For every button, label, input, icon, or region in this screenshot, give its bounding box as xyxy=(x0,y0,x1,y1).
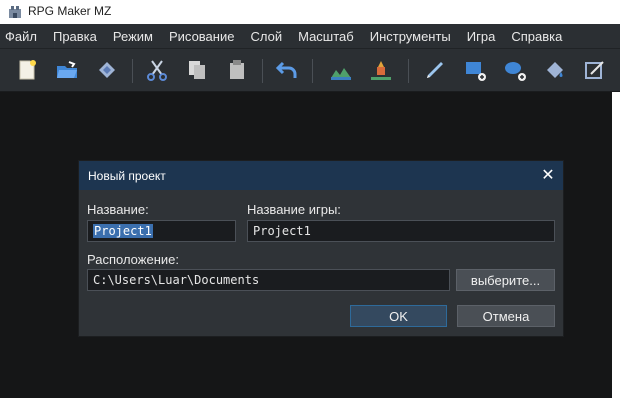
toolbar xyxy=(0,48,620,92)
window-edge xyxy=(612,92,620,398)
shadow-pen-icon[interactable] xyxy=(580,55,610,85)
copy-icon[interactable] xyxy=(182,55,212,85)
dialog-title-bar: Новый проект ✕ xyxy=(79,161,563,190)
location-label: Расположение: xyxy=(87,252,179,267)
menu-draw[interactable]: Рисование xyxy=(168,29,235,44)
paste-icon[interactable] xyxy=(222,55,252,85)
fill-icon[interactable] xyxy=(540,55,570,85)
undo-icon[interactable] xyxy=(272,55,302,85)
save-project-icon[interactable] xyxy=(92,55,122,85)
open-project-icon[interactable] xyxy=(52,55,82,85)
new-project-icon[interactable] xyxy=(12,55,42,85)
rpg-maker-app-icon xyxy=(8,4,22,18)
map-layer-icon[interactable] xyxy=(326,55,356,85)
pencil-icon[interactable] xyxy=(420,55,450,85)
menu-file[interactable]: Файл xyxy=(4,29,38,44)
ok-button[interactable]: OK xyxy=(350,305,447,327)
game-title-label: Название игры: xyxy=(247,202,341,217)
project-name-value: Project1 xyxy=(93,224,153,238)
dialog-title: Новый проект xyxy=(88,168,166,183)
window-title: RPG Maker MZ xyxy=(28,4,112,18)
ellipse-icon[interactable] xyxy=(500,55,530,85)
menu-game[interactable]: Игра xyxy=(466,29,497,44)
close-icon[interactable]: ✕ xyxy=(539,166,557,184)
menu-edit[interactable]: Правка xyxy=(52,29,98,44)
new-project-dialog: Новый проект ✕ Название: Project1 Назван… xyxy=(78,160,564,337)
cancel-button[interactable]: Отмена xyxy=(457,305,555,327)
menu-help[interactable]: Справка xyxy=(510,29,563,44)
menu-scale[interactable]: Масштаб xyxy=(297,29,355,44)
rectangle-icon[interactable] xyxy=(460,55,490,85)
menu-tools[interactable]: Инструменты xyxy=(369,29,452,44)
browse-button[interactable]: выберите... xyxy=(456,269,555,291)
project-name-label: Название: xyxy=(87,202,149,217)
cut-icon[interactable] xyxy=(142,55,172,85)
menu-mode[interactable]: Режим xyxy=(112,29,154,44)
game-title-input[interactable]: Project1 xyxy=(247,220,555,242)
menu-layer[interactable]: Слой xyxy=(249,29,283,44)
location-input[interactable]: C:\Users\Luar\Documents xyxy=(87,269,450,291)
menu-bar: Файл Правка Режим Рисование Слой Масштаб… xyxy=(0,24,620,48)
event-layer-icon[interactable] xyxy=(366,55,396,85)
project-name-input[interactable]: Project1 xyxy=(87,220,236,242)
title-bar: RPG Maker MZ xyxy=(0,0,620,22)
